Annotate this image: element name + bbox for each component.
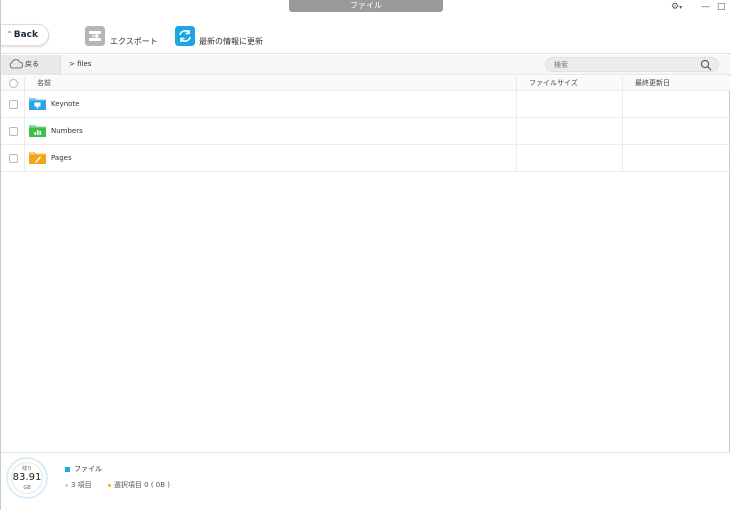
refresh-button[interactable]: 最新の情報に更新 — [175, 26, 275, 48]
legend-label: ファイル — [74, 465, 102, 473]
item-stats: 3 項目 選択項目 0 ( 0B ) — [65, 480, 170, 490]
maximize-icon[interactable]: □ — [717, 1, 726, 13]
file-table: 名前 ファイルサイズ 最終更新日 Keynote Numbers Pages — [1, 76, 730, 172]
window-title: ファイル — [289, 0, 443, 12]
file-modified — [623, 145, 730, 171]
file-name: Keynote — [51, 100, 80, 108]
table-row[interactable]: Keynote — [1, 91, 730, 118]
row-checkbox[interactable] — [9, 154, 18, 163]
status-footer: 残り 83.91 GB ファイル 3 項目 選択項目 0 ( 0B ) — [1, 452, 730, 510]
breadcrumb[interactable]: > files — [69, 55, 91, 74]
storage-value: 83.91 — [12, 472, 42, 483]
keynote-folder-icon — [29, 98, 46, 110]
row-checkbox[interactable] — [9, 100, 18, 109]
file-size — [517, 91, 623, 117]
pages-folder-icon — [29, 152, 46, 164]
search-box[interactable] — [545, 57, 719, 72]
header-modified[interactable]: 最終更新日 — [623, 76, 730, 90]
storage-label: 残り — [21, 466, 32, 472]
file-modified — [623, 91, 730, 117]
refresh-label: 最新の情報に更新 — [199, 37, 263, 46]
export-icon — [85, 26, 105, 46]
back-button-label: Back — [13, 30, 38, 40]
header-size[interactable]: ファイルサイズ — [517, 76, 623, 90]
gear-icon[interactable]: ⚙▾ — [671, 1, 682, 14]
cloud-icon — [9, 59, 23, 69]
nav-back-button[interactable]: 戻る — [1, 55, 61, 74]
navigation-bar: 戻る > files — [1, 55, 730, 75]
chevron-up-icon: ⌃ — [6, 30, 13, 39]
numbers-folder-icon — [29, 125, 46, 137]
table-row[interactable]: Numbers — [1, 118, 730, 145]
back-button[interactable]: ⌃Back — [1, 24, 49, 46]
header-check-cell — [1, 76, 25, 90]
title-bar: ファイル ⚙▾ — □ — [1, 0, 730, 14]
header-name[interactable]: 名前 — [25, 76, 517, 90]
file-name: Pages — [51, 154, 72, 162]
legend-swatch — [65, 466, 70, 472]
item-count: 3 項目 — [71, 481, 92, 489]
refresh-icon — [175, 26, 195, 46]
file-modified — [623, 118, 730, 144]
storage-gauge: 残り 83.91 GB — [6, 457, 48, 499]
export-label: エクスポート — [110, 37, 158, 46]
nav-back-label: 戻る — [25, 60, 39, 68]
row-checkbox[interactable] — [9, 127, 18, 136]
table-header: 名前 ファイルサイズ 最終更新日 — [1, 76, 730, 91]
category-legend: ファイル — [65, 464, 102, 474]
app-window: ファイル ⚙▾ — □ ⌃Back エクスポート 最新の情報に更新 戻る > f… — [0, 0, 730, 510]
search-input[interactable] — [554, 58, 694, 71]
file-size — [517, 145, 623, 171]
storage-unit: GB — [23, 485, 31, 491]
minimize-icon[interactable]: — — [701, 1, 710, 13]
file-size — [517, 118, 623, 144]
toolbar: ⌃Back エクスポート 最新の情報に更新 — [1, 14, 730, 54]
select-all-checkbox[interactable] — [9, 79, 18, 88]
table-row[interactable]: Pages — [1, 145, 730, 172]
search-icon[interactable] — [700, 59, 712, 71]
file-name: Numbers — [51, 127, 83, 135]
selected-count: 選択項目 0 ( 0B ) — [113, 481, 170, 489]
export-button[interactable]: エクスポート — [85, 26, 165, 48]
